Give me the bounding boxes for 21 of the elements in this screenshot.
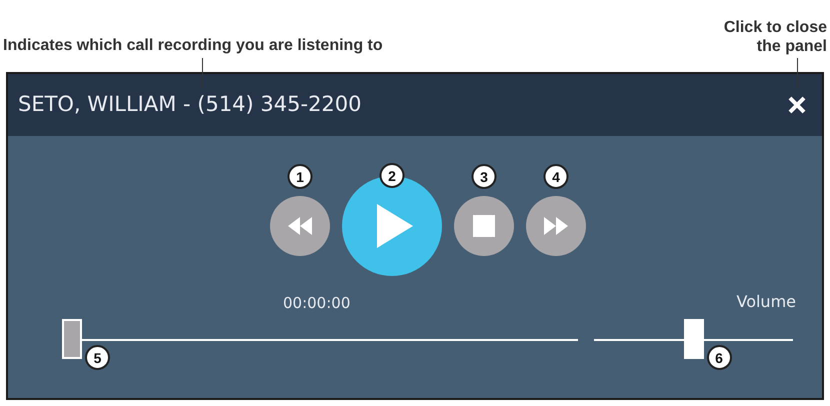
annotation-text: Click to close the panel <box>722 18 827 56</box>
progress-thumb[interactable] <box>62 319 82 359</box>
callout-number: 3 <box>472 164 496 189</box>
leader-line <box>202 58 203 88</box>
rewind-icon <box>288 217 312 235</box>
volume-label: Volume <box>736 291 796 313</box>
callout-number: 6 <box>706 345 732 370</box>
leader-line <box>797 58 798 88</box>
volume-thumb[interactable] <box>684 319 704 359</box>
close-button[interactable] <box>786 94 808 116</box>
callout-number: 1 <box>288 164 312 189</box>
close-icon <box>788 96 806 114</box>
callout-number: 4 <box>544 164 568 189</box>
callout-number: 5 <box>85 345 110 370</box>
annotation-text: Indicates which call recording you are listening to <box>3 36 383 56</box>
fast-forward-icon <box>544 217 568 235</box>
elapsed-time: 00:00:00 <box>283 292 350 314</box>
play-icon <box>377 204 413 248</box>
panel-title: SETO, WILLIAM - (514) 345-2200 <box>18 91 362 118</box>
callout-number: 2 <box>380 163 404 188</box>
stop-icon <box>473 215 495 237</box>
